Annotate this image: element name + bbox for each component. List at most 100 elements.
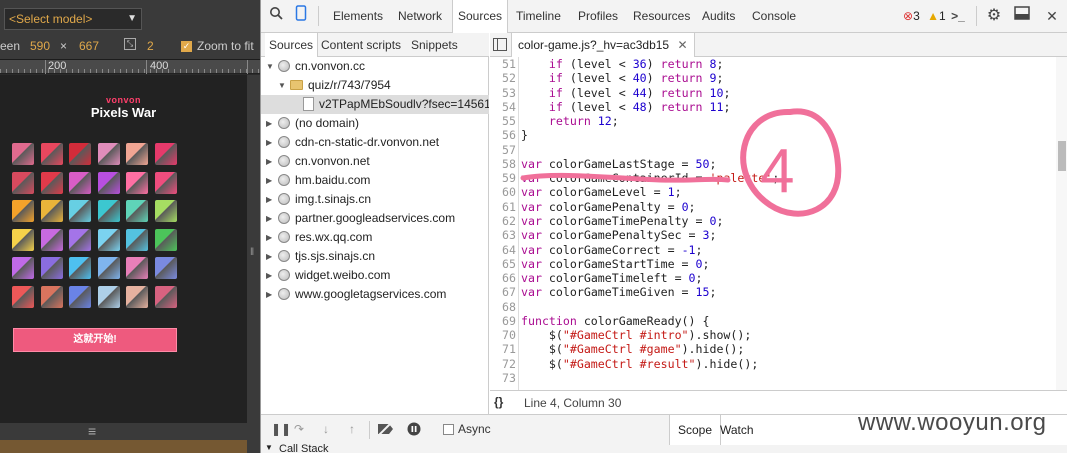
line-number[interactable]: 66	[490, 271, 516, 285]
vertical-scroll-thumb[interactable]	[1058, 141, 1066, 171]
color-tile[interactable]	[69, 171, 91, 194]
line-number[interactable]: 69	[490, 314, 516, 328]
color-tile[interactable]	[97, 285, 120, 308]
color-tile[interactable]	[69, 228, 91, 251]
height-field[interactable]: 667	[79, 39, 99, 53]
color-tile[interactable]	[40, 200, 63, 222]
code-line[interactable]: 72 $("#GameCtrl #result").hide();	[490, 357, 1056, 371]
line-number[interactable]: 71	[490, 342, 516, 356]
color-tile[interactable]	[154, 285, 177, 308]
code-line[interactable]: 61 var colorGamePenalty = 0;	[490, 200, 1056, 214]
width-field[interactable]: 590	[30, 39, 50, 53]
line-number[interactable]: 72	[490, 357, 516, 371]
tree-item-domain[interactable]: ▶ tjs.sjs.sinajs.cn	[261, 247, 489, 266]
tree-item-domain[interactable]: ▶ www.googletagservices.com	[261, 285, 489, 304]
color-tile[interactable]	[97, 228, 120, 251]
zoom-checkbox[interactable]: ✓	[181, 41, 192, 52]
line-number[interactable]: 54	[490, 100, 516, 114]
code-lines[interactable]: 51 if (level < 36) return 8; 52 if (level…	[490, 57, 1056, 403]
tab-scope[interactable]: Scope	[670, 415, 722, 445]
code-line[interactable]: 65 var colorGameStartTime = 0;	[490, 257, 1056, 271]
tree-item-domain[interactable]: ▶ cdn-cn-static-dr.vonvon.net	[261, 133, 489, 152]
color-tile[interactable]	[154, 171, 177, 194]
start-button[interactable]: 这就开始!	[13, 328, 177, 352]
deactivate-breakpoints-icon[interactable]	[377, 422, 395, 439]
close-icon[interactable]: ✕	[1041, 5, 1063, 27]
line-number[interactable]: 52	[490, 71, 516, 85]
dpr-field[interactable]: 2	[147, 39, 154, 53]
tab-resources[interactable]: Resources	[633, 0, 690, 33]
code-line[interactable]: 51 if (level < 36) return 8;	[490, 57, 1056, 71]
color-tile[interactable]	[69, 143, 91, 165]
line-number[interactable]: 56	[490, 128, 516, 142]
line-number[interactable]: 58	[490, 157, 516, 171]
tab-timeline[interactable]: Timeline	[516, 0, 561, 33]
code-line[interactable]: 69 function colorGameReady() {	[490, 314, 1056, 328]
code-line[interactable]: 66 var colorGameTimeleft = 0;	[490, 271, 1056, 285]
tree-item-domain[interactable]: ▶ hm.baidu.com	[261, 171, 489, 190]
tree-item-selected-file[interactable]: v2TPapMEbSoudlv?fsec=145613	[261, 95, 489, 114]
tree-item-no-domain[interactable]: ▶ (no domain)	[261, 114, 489, 133]
tab-watch[interactable]: Watch	[720, 415, 754, 445]
line-number[interactable]: 60	[490, 185, 516, 199]
tab-elements[interactable]: Elements	[333, 0, 383, 33]
color-tile[interactable]	[154, 200, 177, 222]
color-tile[interactable]	[126, 285, 148, 308]
color-tile[interactable]	[40, 143, 63, 165]
code-line[interactable]: 71 $("#GameCtrl #game").hide();	[490, 342, 1056, 356]
color-tile[interactable]	[97, 143, 120, 165]
line-number[interactable]: 63	[490, 228, 516, 242]
tree-item-domain[interactable]: ▶ partner.googleadservices.com	[261, 209, 489, 228]
color-tile[interactable]	[12, 143, 34, 165]
color-tile[interactable]	[97, 200, 120, 222]
code-line[interactable]: 73	[490, 371, 1056, 385]
tree-item-domain[interactable]: ▶ img.t.sinajs.cn	[261, 190, 489, 209]
code-line[interactable]: 57	[490, 143, 1056, 157]
tree-item-quiz-folder[interactable]: ▼ quiz/r/743/7954	[261, 76, 489, 95]
console-drawer-icon[interactable]: >_	[947, 5, 969, 27]
toggle-navigator-icon[interactable]	[493, 38, 507, 51]
tab-profiles[interactable]: Profiles	[578, 0, 618, 33]
device-model-select[interactable]: <Select model> ▼	[4, 8, 142, 30]
editor-tab-color-game[interactable]: color-game.js?_hv=ac3db15 ✕	[511, 33, 695, 57]
tab-console[interactable]: Console	[752, 0, 796, 33]
line-number[interactable]: 55	[490, 114, 516, 128]
color-tile[interactable]	[154, 257, 177, 279]
color-tile[interactable]	[40, 285, 63, 308]
step-over-icon[interactable]: ↷	[294, 422, 304, 436]
line-number[interactable]: 68	[490, 300, 516, 314]
gear-icon[interactable]: ⚙	[983, 5, 1005, 27]
step-out-icon[interactable]: ↑	[349, 422, 355, 436]
code-line[interactable]: 64 var colorGameCorrect = -1;	[490, 243, 1056, 257]
line-number[interactable]: 73	[490, 371, 516, 385]
color-tile[interactable]	[12, 257, 34, 279]
line-number[interactable]: 61	[490, 200, 516, 214]
resize-handle-icon[interactable]: ≡	[88, 423, 96, 439]
tab-network[interactable]: Network	[398, 0, 442, 33]
color-tile[interactable]	[69, 285, 91, 308]
color-tile[interactable]	[97, 171, 120, 194]
code-line[interactable]: 63 var colorGamePenaltySec = 3;	[490, 228, 1056, 242]
tab-sources[interactable]: Sources	[452, 0, 509, 33]
code-line[interactable]: 55 return 12;	[490, 114, 1056, 128]
color-tile[interactable]	[126, 171, 148, 194]
pause-on-exceptions-icon[interactable]	[407, 422, 421, 439]
line-number[interactable]: 59	[490, 171, 516, 185]
tree-item-domain[interactable]: ▶ res.wx.qq.com	[261, 228, 489, 247]
color-tile[interactable]	[69, 257, 91, 279]
color-tile[interactable]	[12, 228, 34, 251]
async-checkbox[interactable]	[443, 424, 454, 435]
tree-item-domain[interactable]: ▶ widget.weibo.com	[261, 266, 489, 285]
pause-icon[interactable]: ❚❚	[271, 422, 291, 436]
code-line[interactable]: 56}	[490, 128, 1056, 142]
panel-splitter[interactable]: ‖	[247, 75, 260, 453]
vertical-scrollbar[interactable]	[1056, 57, 1067, 403]
code-line[interactable]: 59 var colorGameContainerId = 'palette';	[490, 171, 1056, 185]
dock-icon[interactable]	[1011, 5, 1033, 27]
code-line[interactable]: 60 var colorGameLevel = 1;	[490, 185, 1056, 199]
code-line[interactable]: 70 $("#GameCtrl #intro").show();	[490, 328, 1056, 342]
color-tile[interactable]	[126, 143, 148, 165]
color-tile[interactable]	[154, 143, 177, 165]
line-number[interactable]: 70	[490, 328, 516, 342]
color-tile[interactable]	[126, 257, 148, 279]
